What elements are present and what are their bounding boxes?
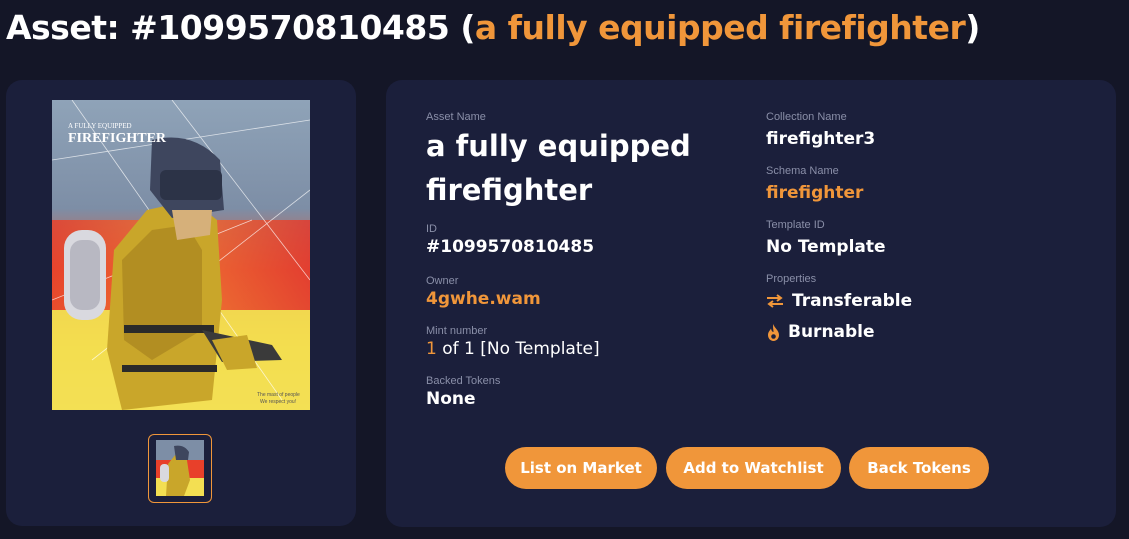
collection-value[interactable]: firefighter3 <box>766 128 912 150</box>
title-asset-id: #1099570810485 <box>130 8 450 47</box>
template-value: No Template <box>766 237 886 257</box>
image-caption-2: We respect you! <box>260 399 296 405</box>
image-caption-1: The mast of people <box>257 392 300 398</box>
backed-tokens-label: Backed Tokens <box>426 375 501 387</box>
page-title: Asset: #1099570810485 (a fully equipped … <box>6 6 980 50</box>
image-panel: A FULLY EQUIPPED FIREFIGHTER The mast of… <box>6 80 356 526</box>
image-subtitle: A FULLY EQUIPPED <box>68 122 132 130</box>
asset-name-label: Asset Name <box>426 111 486 123</box>
add-to-watchlist-button[interactable]: Add to Watchlist <box>666 447 841 489</box>
title-close-paren: ) <box>965 8 980 47</box>
id-value: #1099570810485 <box>426 237 595 257</box>
asset-image[interactable]: A FULLY EQUIPPED FIREFIGHTER The mast of… <box>52 100 310 410</box>
image-thumbnail[interactable] <box>148 434 212 503</box>
schema-link[interactable]: firefighter <box>766 182 912 204</box>
title-open-paren: ( <box>449 8 475 47</box>
details-right-column: Collection Name firefighter3 Schema Name… <box>766 110 912 343</box>
properties-label: Properties <box>766 273 817 285</box>
mint-current: 1 <box>426 339 437 359</box>
template-label: Template ID <box>766 219 825 231</box>
mint-value: 1 of 1 [No Template] <box>426 338 726 360</box>
image-title: FIREFIGHTER <box>68 131 167 146</box>
details-panel: Asset Name a fully equipped firefighter … <box>386 80 1116 527</box>
title-asset-name: a fully equipped firefighter <box>474 8 966 47</box>
owner-link[interactable]: 4gwhe.wam <box>426 288 726 310</box>
fire-icon <box>766 323 780 341</box>
property-burnable: Burnable <box>766 321 912 343</box>
mint-label: Mint number <box>426 325 488 337</box>
owner-label: Owner <box>426 275 459 287</box>
thumbnail-image <box>156 440 204 496</box>
asset-name-value: a fully equipped firefighter <box>426 129 691 207</box>
schema-label: Schema Name <box>766 165 839 177</box>
collection-label: Collection Name <box>766 111 847 123</box>
backed-tokens-value: None <box>426 389 476 409</box>
title-prefix: Asset: <box>6 8 131 47</box>
burnable-label: Burnable <box>788 322 875 342</box>
mint-rest: of 1 [No Template] <box>436 339 600 359</box>
list-on-market-button[interactable]: List on Market <box>505 447 657 489</box>
id-label: ID <box>426 223 437 235</box>
back-tokens-button[interactable]: Back Tokens <box>849 447 989 489</box>
details-left-column: Asset Name a fully equipped firefighter … <box>426 110 726 410</box>
transferable-label: Transferable <box>792 291 913 311</box>
property-transferable: Transferable <box>766 290 912 312</box>
transfer-arrows-icon <box>766 294 784 308</box>
